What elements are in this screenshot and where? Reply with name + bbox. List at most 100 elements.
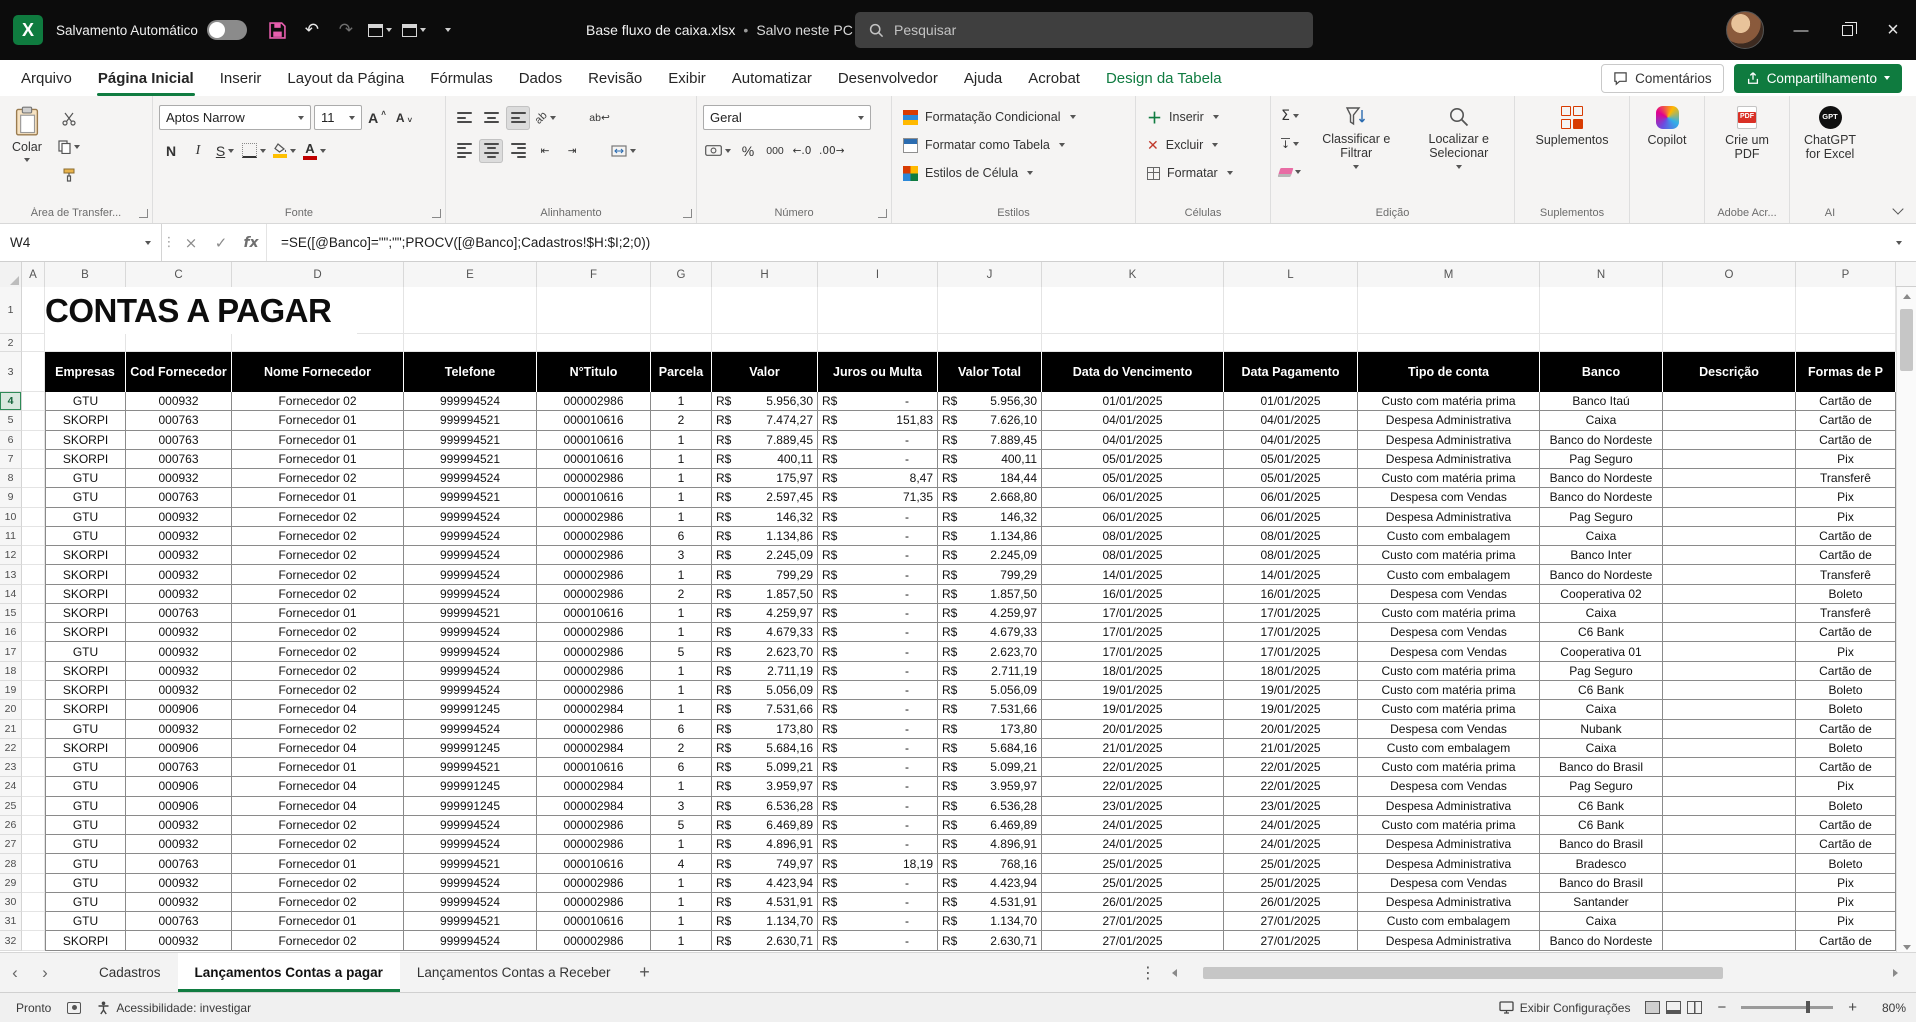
borders-button[interactable] bbox=[240, 139, 268, 163]
row-header-18[interactable]: 18 bbox=[0, 662, 22, 681]
row-header-4[interactable]: 4 bbox=[0, 392, 22, 411]
cell[interactable] bbox=[22, 546, 45, 565]
cell[interactable]: R$5.056,09 bbox=[938, 681, 1042, 700]
horizontal-scrollbar-thumb[interactable] bbox=[1203, 967, 1723, 979]
cell[interactable]: Fornecedor 02 bbox=[232, 565, 404, 584]
cell[interactable]: Custo com matéria prima bbox=[1358, 392, 1540, 411]
display-settings-button[interactable]: Exibir Configurações bbox=[1499, 1001, 1631, 1015]
cell[interactable]: Cartão de bbox=[1796, 527, 1896, 546]
cell[interactable]: Cartão de bbox=[1796, 720, 1896, 739]
cell[interactable] bbox=[22, 585, 45, 604]
row-header-7[interactable]: 7 bbox=[0, 450, 22, 469]
macro-record-button[interactable] bbox=[67, 1002, 81, 1014]
cell[interactable]: 000010616 bbox=[537, 431, 651, 450]
search-input[interactable]: Pesquisar bbox=[855, 12, 1313, 48]
cell[interactable] bbox=[1663, 488, 1796, 507]
conditional-formatting-button[interactable]: Formatação Condicional bbox=[898, 103, 1129, 131]
cell[interactable] bbox=[1663, 469, 1796, 488]
cell[interactable]: 4 bbox=[651, 854, 712, 873]
cell[interactable]: Banco do Nordeste bbox=[1540, 488, 1663, 507]
row-header-8[interactable]: 8 bbox=[0, 469, 22, 488]
cell[interactable] bbox=[1663, 642, 1796, 661]
cell[interactable]: 17/01/2025 bbox=[1224, 642, 1358, 661]
cell[interactable]: Despesa Administrativa bbox=[1358, 431, 1540, 450]
dialog-launcher-icon[interactable] bbox=[432, 209, 441, 218]
cell[interactable]: Custo com matéria prima bbox=[1358, 700, 1540, 719]
table-header-data-pagamento[interactable]: Data Pagamento bbox=[1224, 352, 1358, 392]
cell[interactable]: Transferê bbox=[1796, 604, 1896, 623]
cell[interactable]: 000002984 bbox=[537, 700, 651, 719]
cell[interactable]: Despesa Administrativa bbox=[1358, 854, 1540, 873]
row-header-27[interactable]: 27 bbox=[0, 835, 22, 854]
cell[interactable]: Cartão de bbox=[1796, 816, 1896, 835]
font-size-select[interactable]: 11 bbox=[314, 105, 362, 130]
cell[interactable]: 1 bbox=[651, 874, 712, 893]
cell[interactable]: Fornecedor 02 bbox=[232, 816, 404, 835]
cell[interactable]: 999994524 bbox=[404, 681, 537, 700]
cell[interactable]: 1 bbox=[651, 835, 712, 854]
cell[interactable]: 25/01/2025 bbox=[1042, 874, 1224, 893]
zoom-in-button[interactable]: + bbox=[1848, 999, 1857, 1016]
cell[interactable]: Fornecedor 02 bbox=[232, 835, 404, 854]
align-top-button[interactable] bbox=[452, 106, 476, 130]
ribbon-tab-acrobat[interactable]: Acrobat bbox=[1015, 60, 1093, 96]
cell[interactable]: GTU bbox=[45, 777, 126, 796]
cell[interactable]: 26/01/2025 bbox=[1224, 893, 1358, 912]
cell[interactable] bbox=[22, 777, 45, 796]
cell[interactable]: 24/01/2025 bbox=[1042, 816, 1224, 835]
cell[interactable] bbox=[1663, 334, 1796, 352]
number-format-select[interactable]: Geral bbox=[703, 105, 871, 130]
cell[interactable]: 999994521 bbox=[404, 431, 537, 450]
column-header-K[interactable]: K bbox=[1042, 262, 1224, 287]
cell[interactable]: R$4.896,91 bbox=[712, 835, 818, 854]
cell[interactable]: 23/01/2025 bbox=[1042, 797, 1224, 816]
cell[interactable]: Despesa com Vendas bbox=[1358, 585, 1540, 604]
cell[interactable]: R$- bbox=[818, 565, 938, 584]
cell[interactable]: R$1.134,70 bbox=[938, 912, 1042, 931]
cell[interactable]: 1 bbox=[651, 488, 712, 507]
cell[interactable]: 1 bbox=[651, 681, 712, 700]
cell[interactable]: 999994524 bbox=[404, 546, 537, 565]
column-header-I[interactable]: I bbox=[818, 262, 938, 287]
cell[interactable]: Pag Seguro bbox=[1540, 450, 1663, 469]
addins-button[interactable]: Suplementos bbox=[1521, 103, 1623, 150]
table-header-cod-fornecedor[interactable]: Cod Fornecedor bbox=[126, 352, 232, 392]
cell[interactable]: R$2.597,45 bbox=[712, 488, 818, 507]
cell[interactable]: 05/01/2025 bbox=[1224, 469, 1358, 488]
cell[interactable] bbox=[22, 642, 45, 661]
cell[interactable]: Transferê bbox=[1796, 469, 1896, 488]
cell[interactable]: GTU bbox=[45, 874, 126, 893]
font-name-select[interactable]: Aptos Narrow bbox=[159, 105, 311, 130]
cell[interactable]: 04/01/2025 bbox=[1042, 411, 1224, 430]
name-box[interactable]: W4 bbox=[0, 224, 162, 261]
table-header-n-titulo[interactable]: N°Titulo bbox=[537, 352, 651, 392]
cell[interactable]: 1 bbox=[651, 431, 712, 450]
cell[interactable]: R$2.711,19 bbox=[712, 662, 818, 681]
cell[interactable]: R$5.684,16 bbox=[938, 739, 1042, 758]
paste-button[interactable]: Colar bbox=[6, 103, 48, 187]
orientation-button[interactable]: ab bbox=[533, 106, 558, 130]
fill-color-button[interactable] bbox=[271, 139, 298, 163]
cell[interactable]: 5 bbox=[651, 816, 712, 835]
cell[interactable]: 000010616 bbox=[537, 758, 651, 777]
cell[interactable]: R$- bbox=[818, 623, 938, 642]
quick-command-icon[interactable] bbox=[363, 13, 397, 47]
find-select-button[interactable]: Localizar e Selecionar bbox=[1410, 103, 1509, 185]
cell[interactable]: 000763 bbox=[126, 758, 232, 777]
cell[interactable]: Fornecedor 04 bbox=[232, 797, 404, 816]
cell[interactable]: 000010616 bbox=[537, 604, 651, 623]
cell[interactable] bbox=[651, 334, 712, 352]
cell[interactable]: Fornecedor 04 bbox=[232, 777, 404, 796]
cell[interactable] bbox=[1663, 797, 1796, 816]
fill-button[interactable]: ↓ bbox=[1277, 131, 1303, 157]
cell[interactable]: R$6.469,89 bbox=[938, 816, 1042, 835]
cell[interactable]: Cartão de bbox=[1796, 431, 1896, 450]
cell[interactable]: GTU bbox=[45, 912, 126, 931]
cell[interactable]: 000010616 bbox=[537, 450, 651, 469]
cell[interactable] bbox=[22, 854, 45, 873]
cell[interactable]: 999994524 bbox=[404, 816, 537, 835]
cell[interactable]: R$6.536,28 bbox=[938, 797, 1042, 816]
cell[interactable]: R$768,16 bbox=[938, 854, 1042, 873]
cell[interactable] bbox=[1663, 854, 1796, 873]
row-header-23[interactable]: 23 bbox=[0, 758, 22, 777]
